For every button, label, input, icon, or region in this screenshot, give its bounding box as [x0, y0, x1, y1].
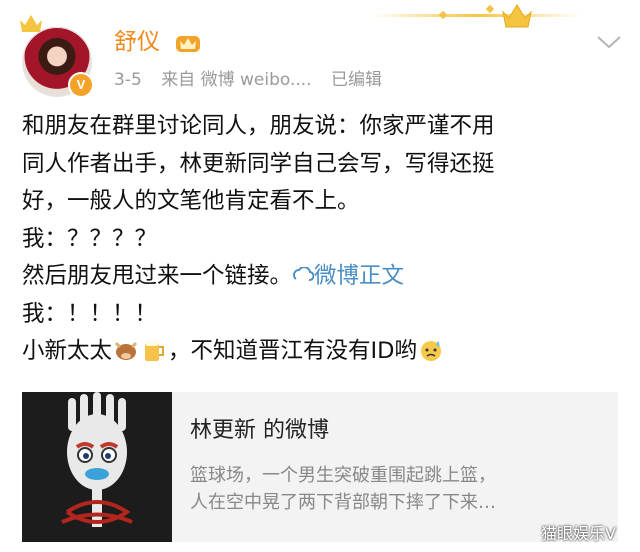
cow-emoji-icon	[114, 341, 138, 360]
post-source[interactable]: 来自 微博 weibo....	[161, 70, 311, 90]
weibo-link[interactable]: 微博正文	[292, 263, 404, 289]
content-line-suffix: ，不知道晋江有没有ID哟	[168, 338, 417, 364]
crown-icon	[502, 4, 532, 28]
card-thumbnail	[22, 392, 172, 542]
verified-badge: V	[68, 72, 94, 98]
vip-crown-icon[interactable]	[174, 30, 202, 54]
card-description: 篮球场，一个男生突破重围起跳上篮， 人在空中晃了两下背部朝下摔了下来…	[190, 462, 610, 516]
forky-toy-icon	[22, 392, 172, 542]
content-line: 和朋友在群里讨论同人，朋友说：你家严谨不用	[22, 113, 495, 139]
edited-label[interactable]: 已编辑	[331, 70, 382, 90]
content-line: 我：？？？？	[22, 225, 158, 252]
content-line-prefix: 小新太太	[22, 338, 113, 364]
username[interactable]: 舒仪	[114, 27, 160, 57]
content-line-with-link: 然后朋友甩过来一个链接。 微博正文	[22, 258, 622, 296]
sweat-emoji-icon	[420, 341, 441, 361]
chevron-down-icon[interactable]	[596, 34, 622, 50]
content-line: 同人作者出手，林更新同学自己会写，写得还挺	[22, 150, 495, 177]
weibo-link-label: 微博正文	[314, 263, 405, 289]
beer-emoji-icon	[145, 340, 165, 361]
content-line: 我：！！！！	[22, 300, 158, 327]
card-title: 林更新 的微博	[190, 418, 329, 443]
content-line: 好，一般人的文笔他肯定看不上。	[22, 188, 360, 214]
card-desc-line: 人在空中晃了两下背部朝下摔了下来…	[190, 492, 496, 513]
decorative-gold-line	[372, 14, 582, 17]
card-desc-line: 篮球场，一个男生突破重围起跳上篮，	[190, 465, 496, 486]
content-line: 然后朋友甩过来一个链接。	[22, 263, 293, 289]
post-date: 3-5	[114, 70, 142, 90]
link-icon	[293, 267, 315, 281]
content-line-with-emoji: 小新太太 ，不知道晋江有没有ID哟	[22, 333, 622, 371]
post-content: 和朋友在群里讨论同人，朋友说：你家严谨不用 同人作者出手，林更新同学自己会写，写…	[22, 108, 622, 371]
weibo-link-card[interactable]: 林更新 的微博 篮球场，一个男生突破重围起跳上篮， 人在空中晃了两下背部朝下摔了…	[22, 392, 618, 542]
watermark: 猫眼娱乐V	[541, 524, 616, 543]
post-meta: 3-5 来自 微博 weibo.... 已编辑	[114, 68, 396, 92]
sparkle-icon	[438, 10, 448, 20]
sparkle-icon	[485, 4, 495, 14]
